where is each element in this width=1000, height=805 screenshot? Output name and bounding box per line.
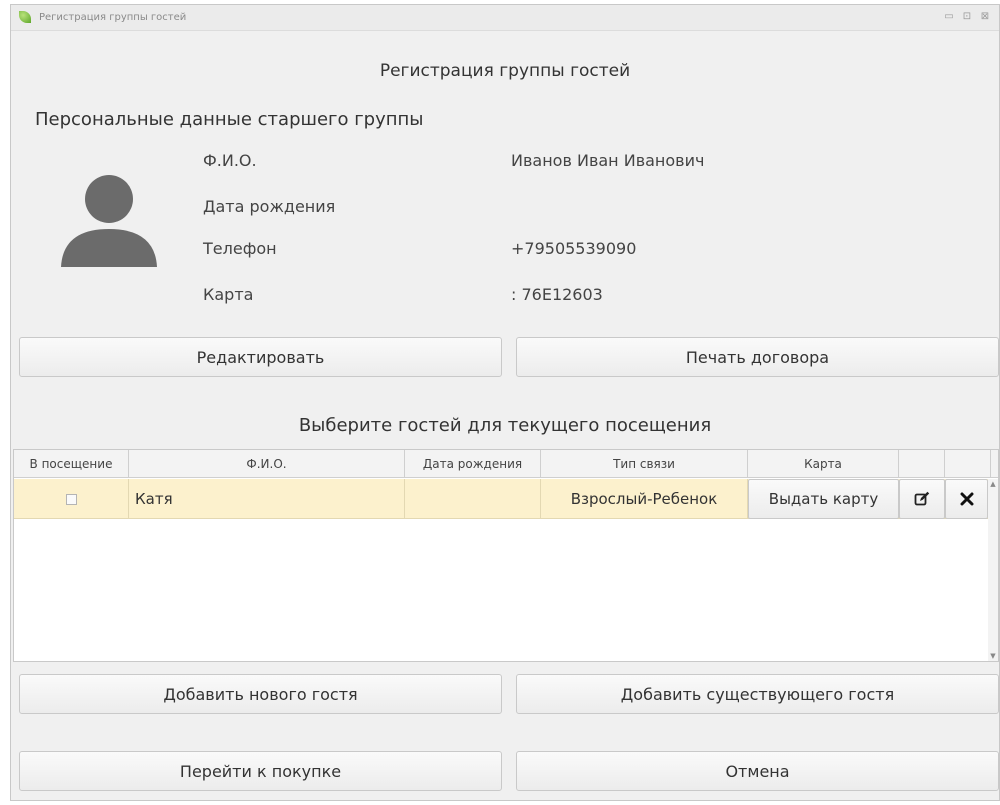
title-bar: Регистрация группы гостей ▭ ⊡ ⊠ (11, 5, 999, 31)
delete-icon[interactable] (945, 479, 988, 519)
page-title: Регистрация группы гостей (379, 61, 631, 81)
guest-birthdate-cell (405, 479, 541, 519)
column-header-edit (899, 450, 945, 478)
print-contract-button[interactable]: Печать договора (516, 337, 999, 377)
edit-button[interactable]: Редактировать (19, 337, 502, 377)
column-header-name[interactable]: Ф.И.О. (129, 450, 405, 478)
window-title: Регистрация группы гостей (39, 12, 187, 23)
app-leaf-icon (19, 11, 31, 23)
dialog-window: Регистрация группы гостей ▭ ⊡ ⊠ Регистра… (10, 4, 1000, 801)
close-icon[interactable]: ⊠ (979, 12, 991, 22)
guests-table: В посещение Ф.И.О. Дата рождения Тип свя… (13, 449, 999, 662)
birthdate-label: Дата рождения (203, 197, 336, 216)
table-scrollbar[interactable]: ▲ ▼ (988, 479, 998, 661)
column-header-delete (945, 450, 991, 478)
minimize-icon[interactable]: ▭ (943, 12, 955, 22)
edit-icon[interactable] (899, 479, 945, 519)
column-header-relation[interactable]: Тип связи (541, 450, 748, 478)
phone-value: +79505539090 (511, 239, 637, 258)
card-label: Карта (203, 285, 254, 304)
fio-label: Ф.И.О. (203, 151, 257, 170)
visit-cell (14, 479, 129, 519)
add-existing-guest-button[interactable]: Добавить существующего гостя (516, 674, 999, 714)
card-value: : 76E12603 (511, 285, 603, 304)
add-new-guest-button[interactable]: Добавить нового гостя (19, 674, 502, 714)
table-header: В посещение Ф.И.О. Дата рождения Тип свя… (14, 450, 998, 478)
issue-card-button[interactable]: Выдать карту (748, 479, 899, 519)
maximize-icon[interactable]: ⊡ (961, 12, 973, 22)
scroll-down-icon[interactable]: ▼ (988, 651, 998, 661)
fio-value: Иванов Иван Иванович (511, 151, 705, 170)
go-to-purchase-button[interactable]: Перейти к покупке (19, 751, 502, 791)
guests-section-title: Выберите гостей для текущего посещения (298, 415, 712, 436)
column-header-card[interactable]: Карта (748, 450, 899, 478)
phone-label: Телефон (203, 239, 277, 258)
table-row[interactable]: Катя Взрослый-Ребенок Выдать карту (14, 479, 988, 519)
column-header-visit[interactable]: В посещение (14, 450, 129, 478)
visit-checkbox[interactable] (65, 493, 77, 505)
scroll-up-icon[interactable]: ▲ (988, 479, 998, 489)
guest-relation-cell: Взрослый-Ребенок (541, 479, 748, 519)
cancel-button[interactable]: Отмена (516, 751, 999, 791)
person-icon (61, 175, 157, 267)
guest-name-cell: Катя (129, 479, 405, 519)
column-header-birthdate[interactable]: Дата рождения (405, 450, 541, 478)
leader-section-title: Персональные данные старшего группы (35, 109, 424, 130)
